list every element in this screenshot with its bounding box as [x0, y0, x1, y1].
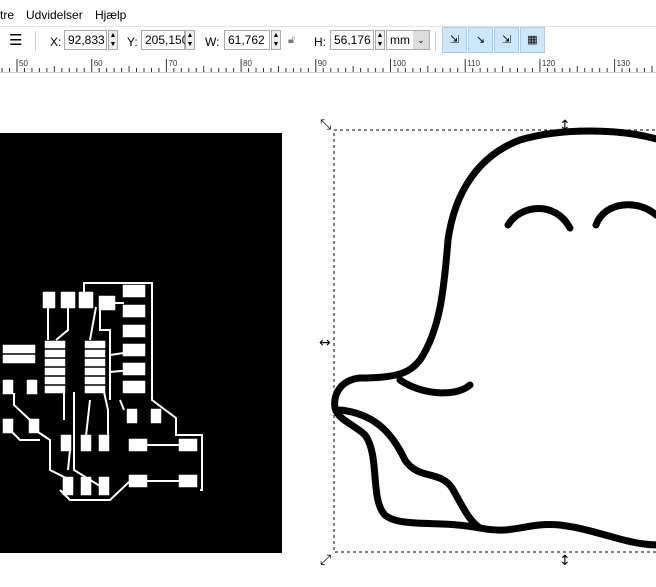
y-input[interactable]: 205,150: [141, 30, 188, 50]
scale-corners-icon: ↘: [475, 34, 486, 46]
resize-handle-n-icon[interactable]: ↕: [559, 118, 571, 134]
resize-handle-w-icon[interactable]: ↔: [319, 335, 331, 351]
w-spinner[interactable]: ▲ ▼: [271, 30, 281, 50]
ruler-label: 130: [617, 59, 631, 68]
h-label: H:: [314, 35, 326, 49]
drawing-canvas[interactable]: ⤡ ↕ ↔ ⤢ ↕: [0, 72, 656, 587]
resize-handle-sw-icon[interactable]: ⤢: [320, 552, 331, 568]
x-input[interactable]: 92,833: [64, 30, 107, 50]
ghost-drawing[interactable]: [331, 127, 656, 549]
resize-handle-nw-icon[interactable]: ⤡: [320, 117, 331, 133]
menu-item-filtre[interactable]: tre: [0, 8, 14, 22]
selection-bbox: [333, 129, 656, 553]
h-input[interactable]: 56,176: [330, 30, 374, 50]
w-label: W:: [205, 35, 220, 49]
horizontal-ruler[interactable]: 50 60 70 80 90 100 110 120 130: [0, 57, 656, 73]
transform-handles[interactable]: ⤡ ↕ ↔ ⤢ ↕: [319, 117, 571, 569]
move-patterns-button[interactable]: ▦: [520, 27, 545, 53]
divider: [435, 31, 436, 51]
scale-stroke-button[interactable]: ⇲: [442, 27, 467, 53]
unit-value: mm: [390, 33, 410, 47]
ruler-label: 50: [19, 59, 28, 68]
menu-item-help[interactable]: Hjælp: [95, 8, 126, 22]
ruler-label: 70: [168, 59, 177, 68]
lock-icon[interactable]: 🔓︎: [288, 34, 295, 47]
ruler-label: 60: [94, 59, 103, 68]
resize-handle-s-icon[interactable]: ↕: [559, 553, 571, 569]
y-spinner[interactable]: ▲ ▼: [185, 30, 195, 50]
divider: [35, 31, 36, 51]
ruler-label: 110: [467, 59, 480, 68]
x-spinner[interactable]: ▲ ▼: [108, 30, 118, 50]
move-gradients-icon: ⇲: [501, 34, 512, 46]
tool-controls-bar: ☰ X: 92,833 ▲ ▼ Y: 205,150 ▲ ▼ W: 61,762 ▲…: [0, 27, 656, 56]
h-spinner[interactable]: ▲ ▼: [375, 30, 385, 50]
scale-stroke-icon: ⇲: [449, 34, 460, 46]
ruler-label: 90: [318, 59, 327, 68]
menu-bar: tre Udvidelser Hjælp: [0, 0, 656, 27]
menu-item-extensions[interactable]: Udvidelser: [26, 8, 83, 22]
w-input[interactable]: 61,762: [224, 30, 270, 50]
pcb-image[interactable]: [0, 133, 282, 553]
ruler-label: 120: [542, 59, 556, 68]
move-patterns-icon: ▦: [527, 34, 538, 46]
ruler-label: 100: [393, 59, 407, 68]
ruler-label: 80: [243, 59, 252, 68]
unit-select[interactable]: mm ⌄: [386, 30, 430, 50]
x-label: X:: [50, 35, 62, 49]
move-gradients-button[interactable]: ⇲: [494, 27, 519, 53]
y-label: Y:: [127, 35, 138, 49]
scale-corners-button[interactable]: ↘: [468, 27, 493, 53]
chevron-down-icon: ⌄: [413, 31, 429, 49]
raise-to-top-icon[interactable]: ☰: [9, 31, 22, 49]
